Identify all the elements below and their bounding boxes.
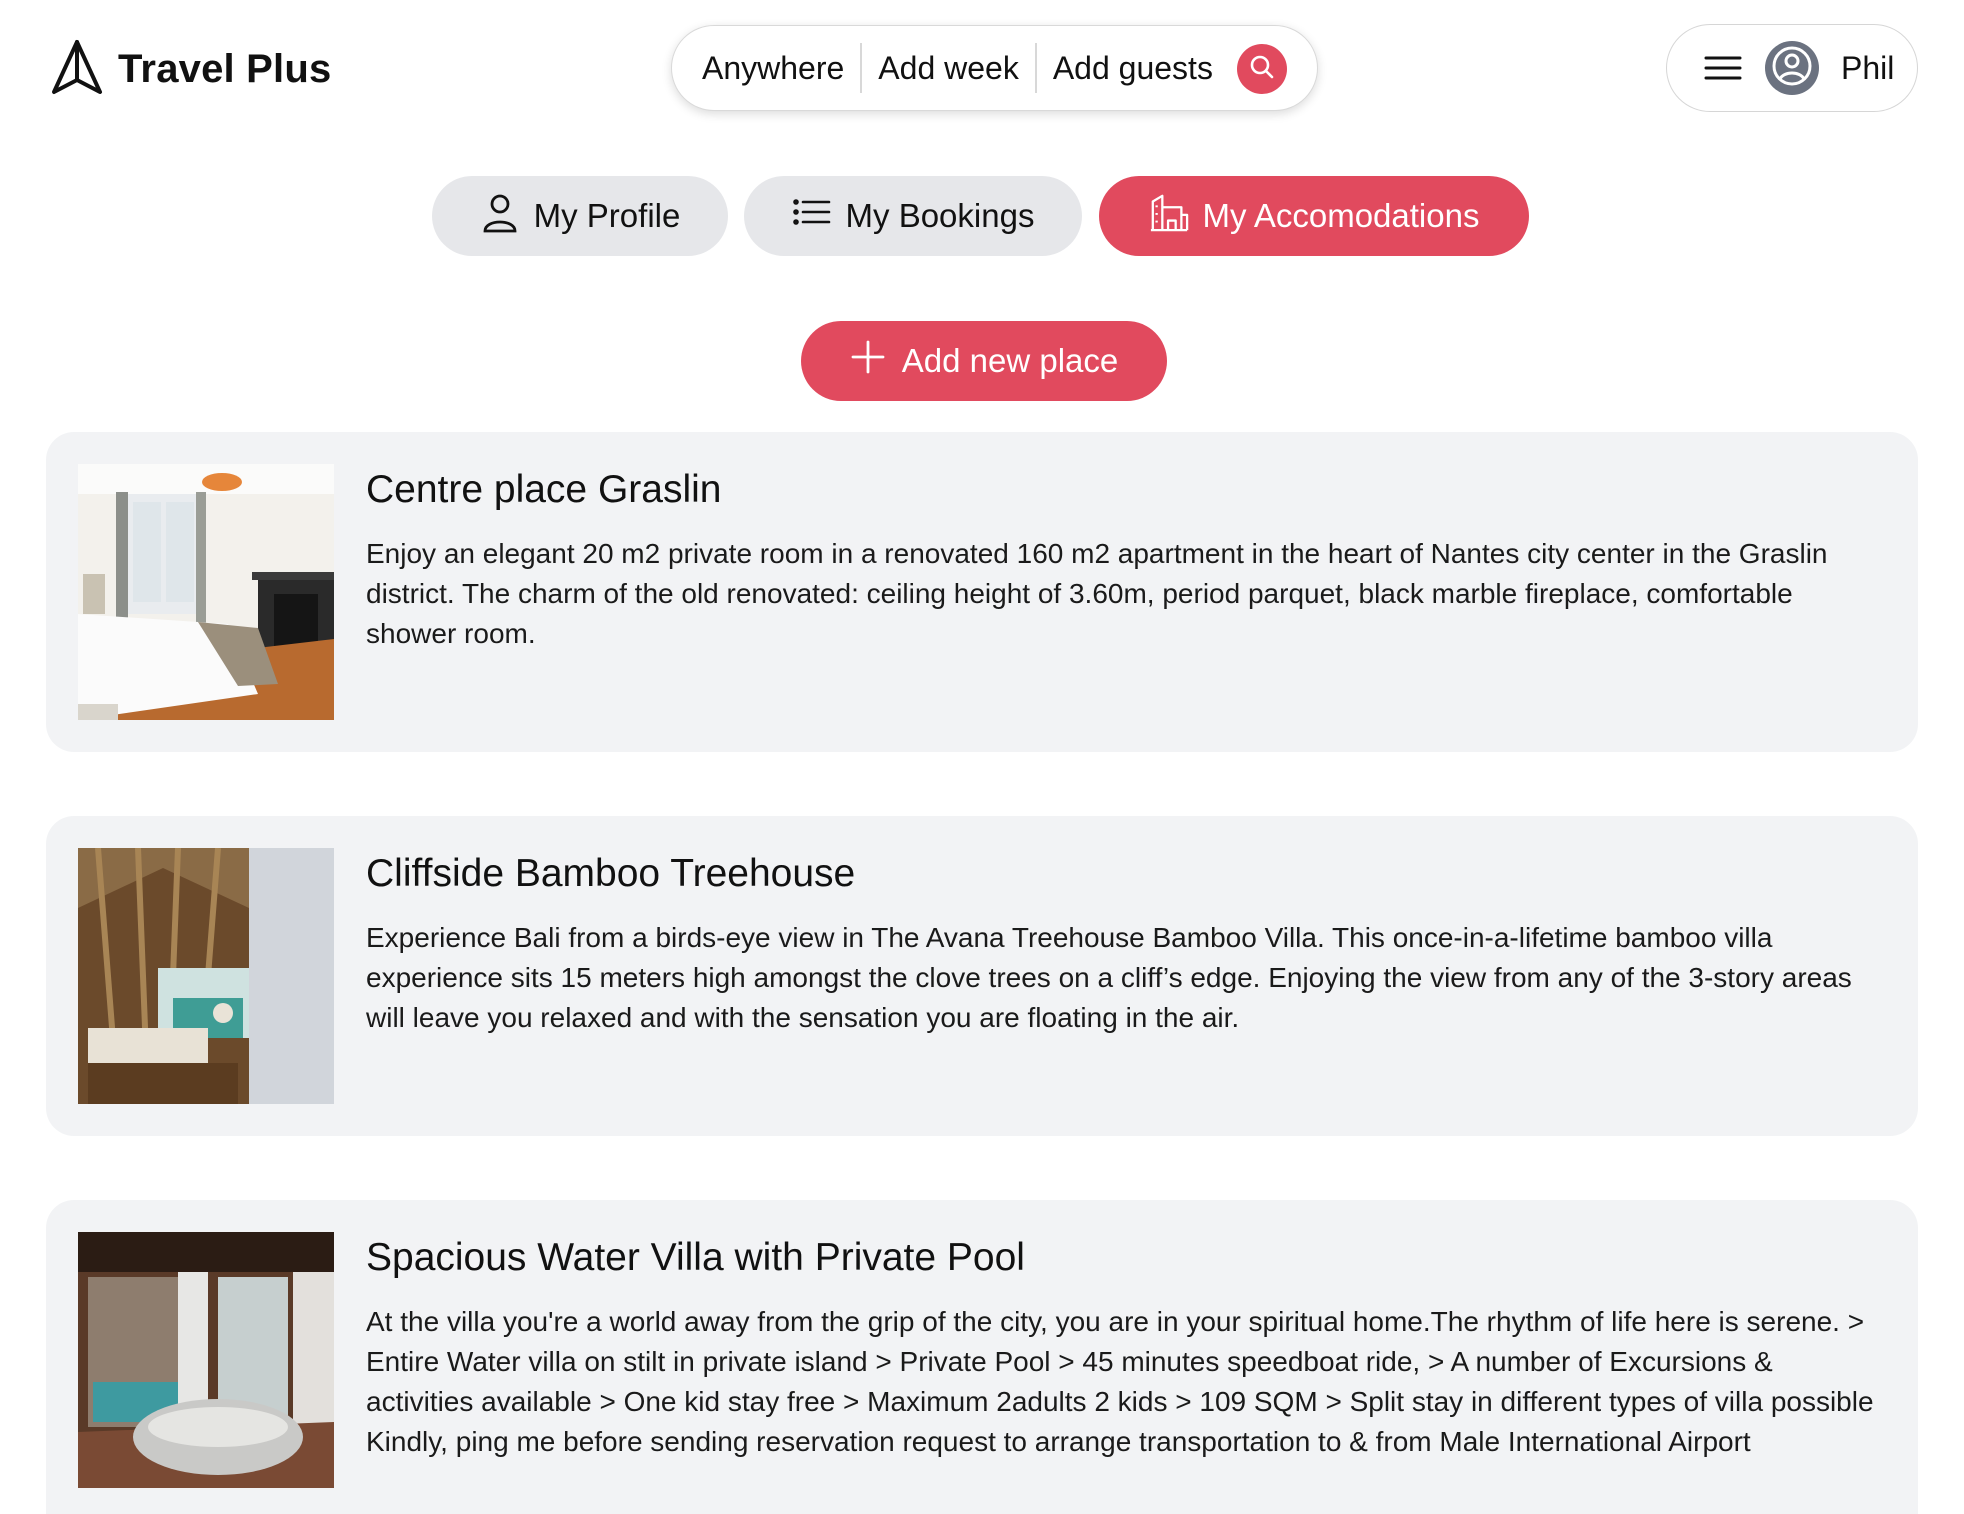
user-circle-icon (1770, 44, 1814, 93)
place-title: Centre place Graslin (366, 468, 722, 511)
add-new-place-button[interactable]: Add new place (801, 321, 1167, 401)
search-where[interactable]: Anywhere (702, 44, 860, 92)
place-description: At the villa you're a world away from th… (366, 1306, 1874, 1457)
tab-my-accomodations[interactable]: My Accomodations (1099, 176, 1529, 256)
brand-logo[interactable]: Travel Plus (50, 38, 331, 101)
place-photo (78, 848, 334, 1104)
user-icon (480, 191, 520, 241)
place-photo (78, 1232, 334, 1488)
search-bar[interactable]: Anywhere Add week Add guests (671, 25, 1318, 111)
paper-plane-icon (50, 38, 104, 101)
place-card[interactable]: Spacious Water Villa with Private Pool A… (46, 1200, 1918, 1514)
place-photo (78, 464, 334, 720)
search-when[interactable]: Add week (862, 44, 1035, 92)
hamburger-icon (1703, 53, 1743, 83)
brand-name: Travel Plus (118, 47, 332, 91)
place-description: Experience Bali from a birds-eye view in… (366, 922, 1852, 1033)
tab-my-bookings[interactable]: My Bookings (744, 176, 1082, 256)
top-header: Travel Plus Anywhere Add week Add guests (0, 0, 1964, 140)
user-menu-button[interactable]: Phil (1666, 24, 1918, 112)
plus-icon (850, 339, 886, 383)
add-new-place-label: Add new place (901, 342, 1119, 379)
place-card[interactable]: Centre place Graslin Enjoy an elegant 20… (46, 432, 1918, 752)
tab-label: My Accomodations (1202, 197, 1480, 234)
tab-my-profile[interactable]: My Profile (432, 176, 728, 256)
building-icon (1149, 191, 1189, 241)
list-icon (792, 191, 832, 241)
place-card[interactable]: Cliffside Bamboo Treehouse Experience Ba… (46, 816, 1918, 1136)
place-description: Enjoy an elegant 20 m2 private room in a… (366, 538, 1828, 649)
place-title: Cliffside Bamboo Treehouse (366, 852, 856, 895)
search-who[interactable]: Add guests (1037, 44, 1229, 92)
avatar (1765, 41, 1819, 95)
search-button[interactable] (1237, 44, 1287, 94)
tab-label: My Bookings (845, 197, 1035, 234)
tab-label: My Profile (533, 197, 681, 234)
search-icon (1248, 53, 1276, 86)
user-name: Phil (1841, 49, 1895, 86)
account-tabs: My Profile My Bookings My Accomodations (0, 176, 1964, 256)
place-title: Spacious Water Villa with Private Pool (366, 1236, 1025, 1279)
